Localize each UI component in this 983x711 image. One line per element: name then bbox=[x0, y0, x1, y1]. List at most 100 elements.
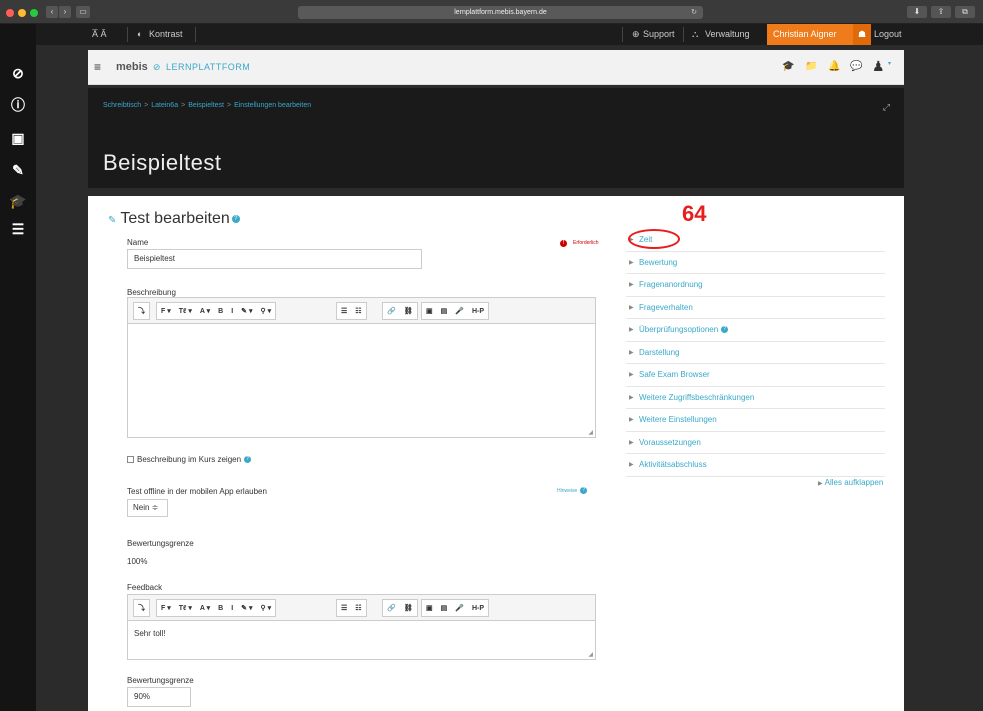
zoom-window-button[interactable] bbox=[30, 9, 38, 17]
accordion-item-safe-exam-browser[interactable]: ▶ Safe Exam Browser bbox=[626, 364, 885, 387]
font-color-button[interactable]: A ▾ bbox=[196, 307, 214, 315]
unordered-list-button[interactable]: ☰ bbox=[337, 604, 351, 612]
accordion-item-ueberpruefungsoptionen[interactable]: ▶ Überprüfungsoptionen? bbox=[626, 319, 885, 342]
accordion-item-fragenanordnung[interactable]: ▶ Fragenanordnung bbox=[626, 274, 885, 297]
accordion-item-voraussetzungen[interactable]: ▶ Voraussetzungen bbox=[626, 432, 885, 454]
style-button[interactable]: ✎ ▾ bbox=[237, 604, 256, 612]
mebis-logo[interactable]: mebis ⊘ LERNPLATTFORM bbox=[116, 61, 250, 73]
toolbar-group-lists: ☰ ☷ bbox=[336, 599, 367, 617]
unordered-list-button[interactable]: ☰ bbox=[337, 307, 351, 315]
notifications-icon[interactable]: 🔔 bbox=[828, 61, 840, 72]
mebis-logo-icon[interactable]: ⊘ bbox=[9, 64, 27, 82]
font-color-button[interactable]: A ▾ bbox=[196, 604, 214, 612]
link-button[interactable]: 🔗 bbox=[383, 307, 400, 315]
font-size-toggle[interactable]: A̅ Ă bbox=[92, 24, 107, 45]
verwaltung-link[interactable]: Verwaltung bbox=[705, 24, 750, 45]
accordion-item-frageverhalten[interactable]: ▶ Frageverhalten bbox=[626, 297, 885, 319]
help-icon[interactable]: ? bbox=[231, 214, 240, 223]
feedback-text[interactable]: Sehr toll! bbox=[128, 621, 595, 646]
help-icon[interactable]: ? bbox=[721, 326, 729, 334]
toolbar-toggle-button[interactable]: ⤵ bbox=[134, 306, 149, 316]
minimize-window-button[interactable] bbox=[18, 9, 26, 17]
contrast-icon[interactable]: ◐ bbox=[137, 24, 142, 45]
resize-handle-icon[interactable]: ◢ bbox=[588, 429, 593, 436]
user-menu[interactable]: Christian Aigner ☗ bbox=[767, 24, 871, 45]
lernplattform-icon[interactable]: 🎓 bbox=[9, 192, 27, 210]
name-input[interactable]: Beispieltest bbox=[127, 249, 422, 269]
left-rail: ⊘ ⓘ ▣ ✎ 🎓 ☰ bbox=[0, 24, 36, 711]
help-icon[interactable]: ? bbox=[580, 487, 588, 494]
image-button[interactable]: ▣ bbox=[422, 307, 437, 315]
description-text[interactable] bbox=[128, 324, 595, 340]
help-icon[interactable]: ? bbox=[244, 456, 252, 464]
close-window-button[interactable] bbox=[6, 9, 14, 17]
share-icon[interactable]: ⇪ bbox=[931, 6, 951, 18]
resize-handle-icon[interactable]: ◢ bbox=[588, 651, 593, 658]
font-size-button[interactable]: Tℓ ▾ bbox=[175, 604, 196, 612]
ordered-list-button[interactable]: ☷ bbox=[351, 604, 365, 612]
h5p-button[interactable]: H-P bbox=[468, 605, 488, 612]
accordion-item-darstellung[interactable]: ▶ Darstellung bbox=[626, 342, 885, 364]
show-description-checkbox[interactable] bbox=[127, 456, 134, 464]
forward-button[interactable]: › bbox=[59, 6, 71, 18]
tabs-icon[interactable]: ⧉ bbox=[955, 6, 975, 18]
caret-right-icon: ▶ bbox=[629, 394, 634, 401]
image-button[interactable]: ▣ bbox=[422, 604, 437, 612]
italic-button[interactable]: I bbox=[227, 605, 237, 612]
font-family-button[interactable]: F ▾ bbox=[157, 604, 175, 612]
breadcrumb-item[interactable]: Latein6a bbox=[151, 102, 178, 109]
bold-button[interactable]: B bbox=[214, 605, 227, 612]
description-editor[interactable]: ⤵ F ▾ Tℓ ▾ A ▾ B I ✎ ▾ ⚲ ▾ ☰ ☷ 🔗 ⛓ ▣ ▤ 🎤… bbox=[127, 297, 596, 438]
support-link[interactable]: Support bbox=[643, 24, 675, 45]
back-button[interactable]: ‹ bbox=[46, 6, 58, 18]
highlight-button[interactable]: ⚲ ▾ bbox=[257, 604, 276, 612]
h5p-button[interactable]: H-P bbox=[468, 308, 488, 315]
messages-icon[interactable]: 💬 bbox=[850, 61, 862, 72]
link-button[interactable]: 🔗 bbox=[383, 604, 400, 612]
ordered-list-button[interactable]: ☷ bbox=[351, 307, 365, 315]
media-button[interactable]: ▤ bbox=[437, 604, 452, 612]
logo-mebis: mebis bbox=[116, 61, 148, 73]
breadcrumb-item[interactable]: Beispieltest bbox=[188, 102, 224, 109]
logout-link[interactable]: Logout bbox=[874, 24, 902, 45]
accordion-item-aktivitaetsabschluss[interactable]: ▶ Aktivitätsabschluss bbox=[626, 454, 885, 477]
breadcrumb-item[interactable]: Schreibtisch bbox=[103, 102, 141, 109]
profile-avatar[interactable]: ♟ bbox=[872, 58, 885, 75]
reload-icon[interactable]: ↻ bbox=[691, 6, 697, 19]
files-icon[interactable]: 📁 bbox=[805, 61, 817, 72]
accordion-item-weitere-einstellungen[interactable]: ▶ Weitere Einstellungen bbox=[626, 409, 885, 432]
sidebar-toggle-icon[interactable]: ▭ bbox=[76, 6, 90, 18]
expand-icon[interactable]: ⤢ bbox=[883, 102, 890, 113]
grade-limit2-input[interactable]: 90% bbox=[127, 687, 191, 707]
chevron-down-icon[interactable]: ▾ bbox=[888, 60, 891, 67]
style-button[interactable]: ✎ ▾ bbox=[237, 307, 256, 315]
offline-select[interactable]: Nein ≑ bbox=[127, 499, 168, 517]
media-icon[interactable]: ▣ bbox=[9, 129, 27, 147]
font-size-button[interactable]: Tℓ ▾ bbox=[175, 307, 196, 315]
accordion-item-bewertung[interactable]: ▶ Bewertung bbox=[626, 252, 885, 274]
unlink-button[interactable]: ⛓ bbox=[400, 307, 417, 315]
courses-icon[interactable]: 🎓 bbox=[782, 61, 794, 72]
record-audio-button[interactable]: 🎤 bbox=[451, 604, 468, 612]
download-icon[interactable]: ⬇ bbox=[907, 6, 927, 18]
toolbar-toggle-button[interactable]: ⤵ bbox=[134, 603, 149, 613]
address-bar[interactable]: lernplattform.mebis.bayern.de ↻ bbox=[298, 6, 703, 19]
bold-button[interactable]: B bbox=[214, 308, 227, 315]
breadcrumb: Schreibtisch > Latein6a > Beispieltest > Einst… bbox=[103, 102, 311, 109]
info-icon[interactable]: ⓘ bbox=[9, 96, 27, 114]
offline-hint[interactable]: Hinweise? bbox=[557, 487, 588, 494]
feedback-editor[interactable]: ⤵ F ▾ Tℓ ▾ A ▾ B I ✎ ▾ ⚲ ▾ ☰ ☷ 🔗 ⛓ ▣ ▤ 🎤… bbox=[127, 594, 596, 660]
contrast-link[interactable]: Kontrast bbox=[149, 24, 183, 45]
record-audio-button[interactable]: 🎤 bbox=[451, 307, 468, 315]
breadcrumb-item[interactable]: Einstellungen bearbeiten bbox=[234, 102, 311, 109]
italic-button[interactable]: I bbox=[227, 308, 237, 315]
exam-icon[interactable]: ✎ bbox=[9, 161, 27, 179]
archive-icon[interactable]: ☰ bbox=[9, 220, 27, 238]
media-button[interactable]: ▤ bbox=[437, 307, 452, 315]
menu-icon[interactable]: ≡ bbox=[94, 60, 101, 74]
accordion-item-zugriffsbeschraenkungen[interactable]: ▶ Weitere Zugriffsbeschränkungen bbox=[626, 387, 885, 409]
font-family-button[interactable]: F ▾ bbox=[157, 307, 175, 315]
expand-all-link[interactable]: ▶ Alles aufklappen bbox=[818, 478, 883, 487]
unlink-button[interactable]: ⛓ bbox=[400, 604, 417, 612]
highlight-button[interactable]: ⚲ ▾ bbox=[257, 307, 276, 315]
